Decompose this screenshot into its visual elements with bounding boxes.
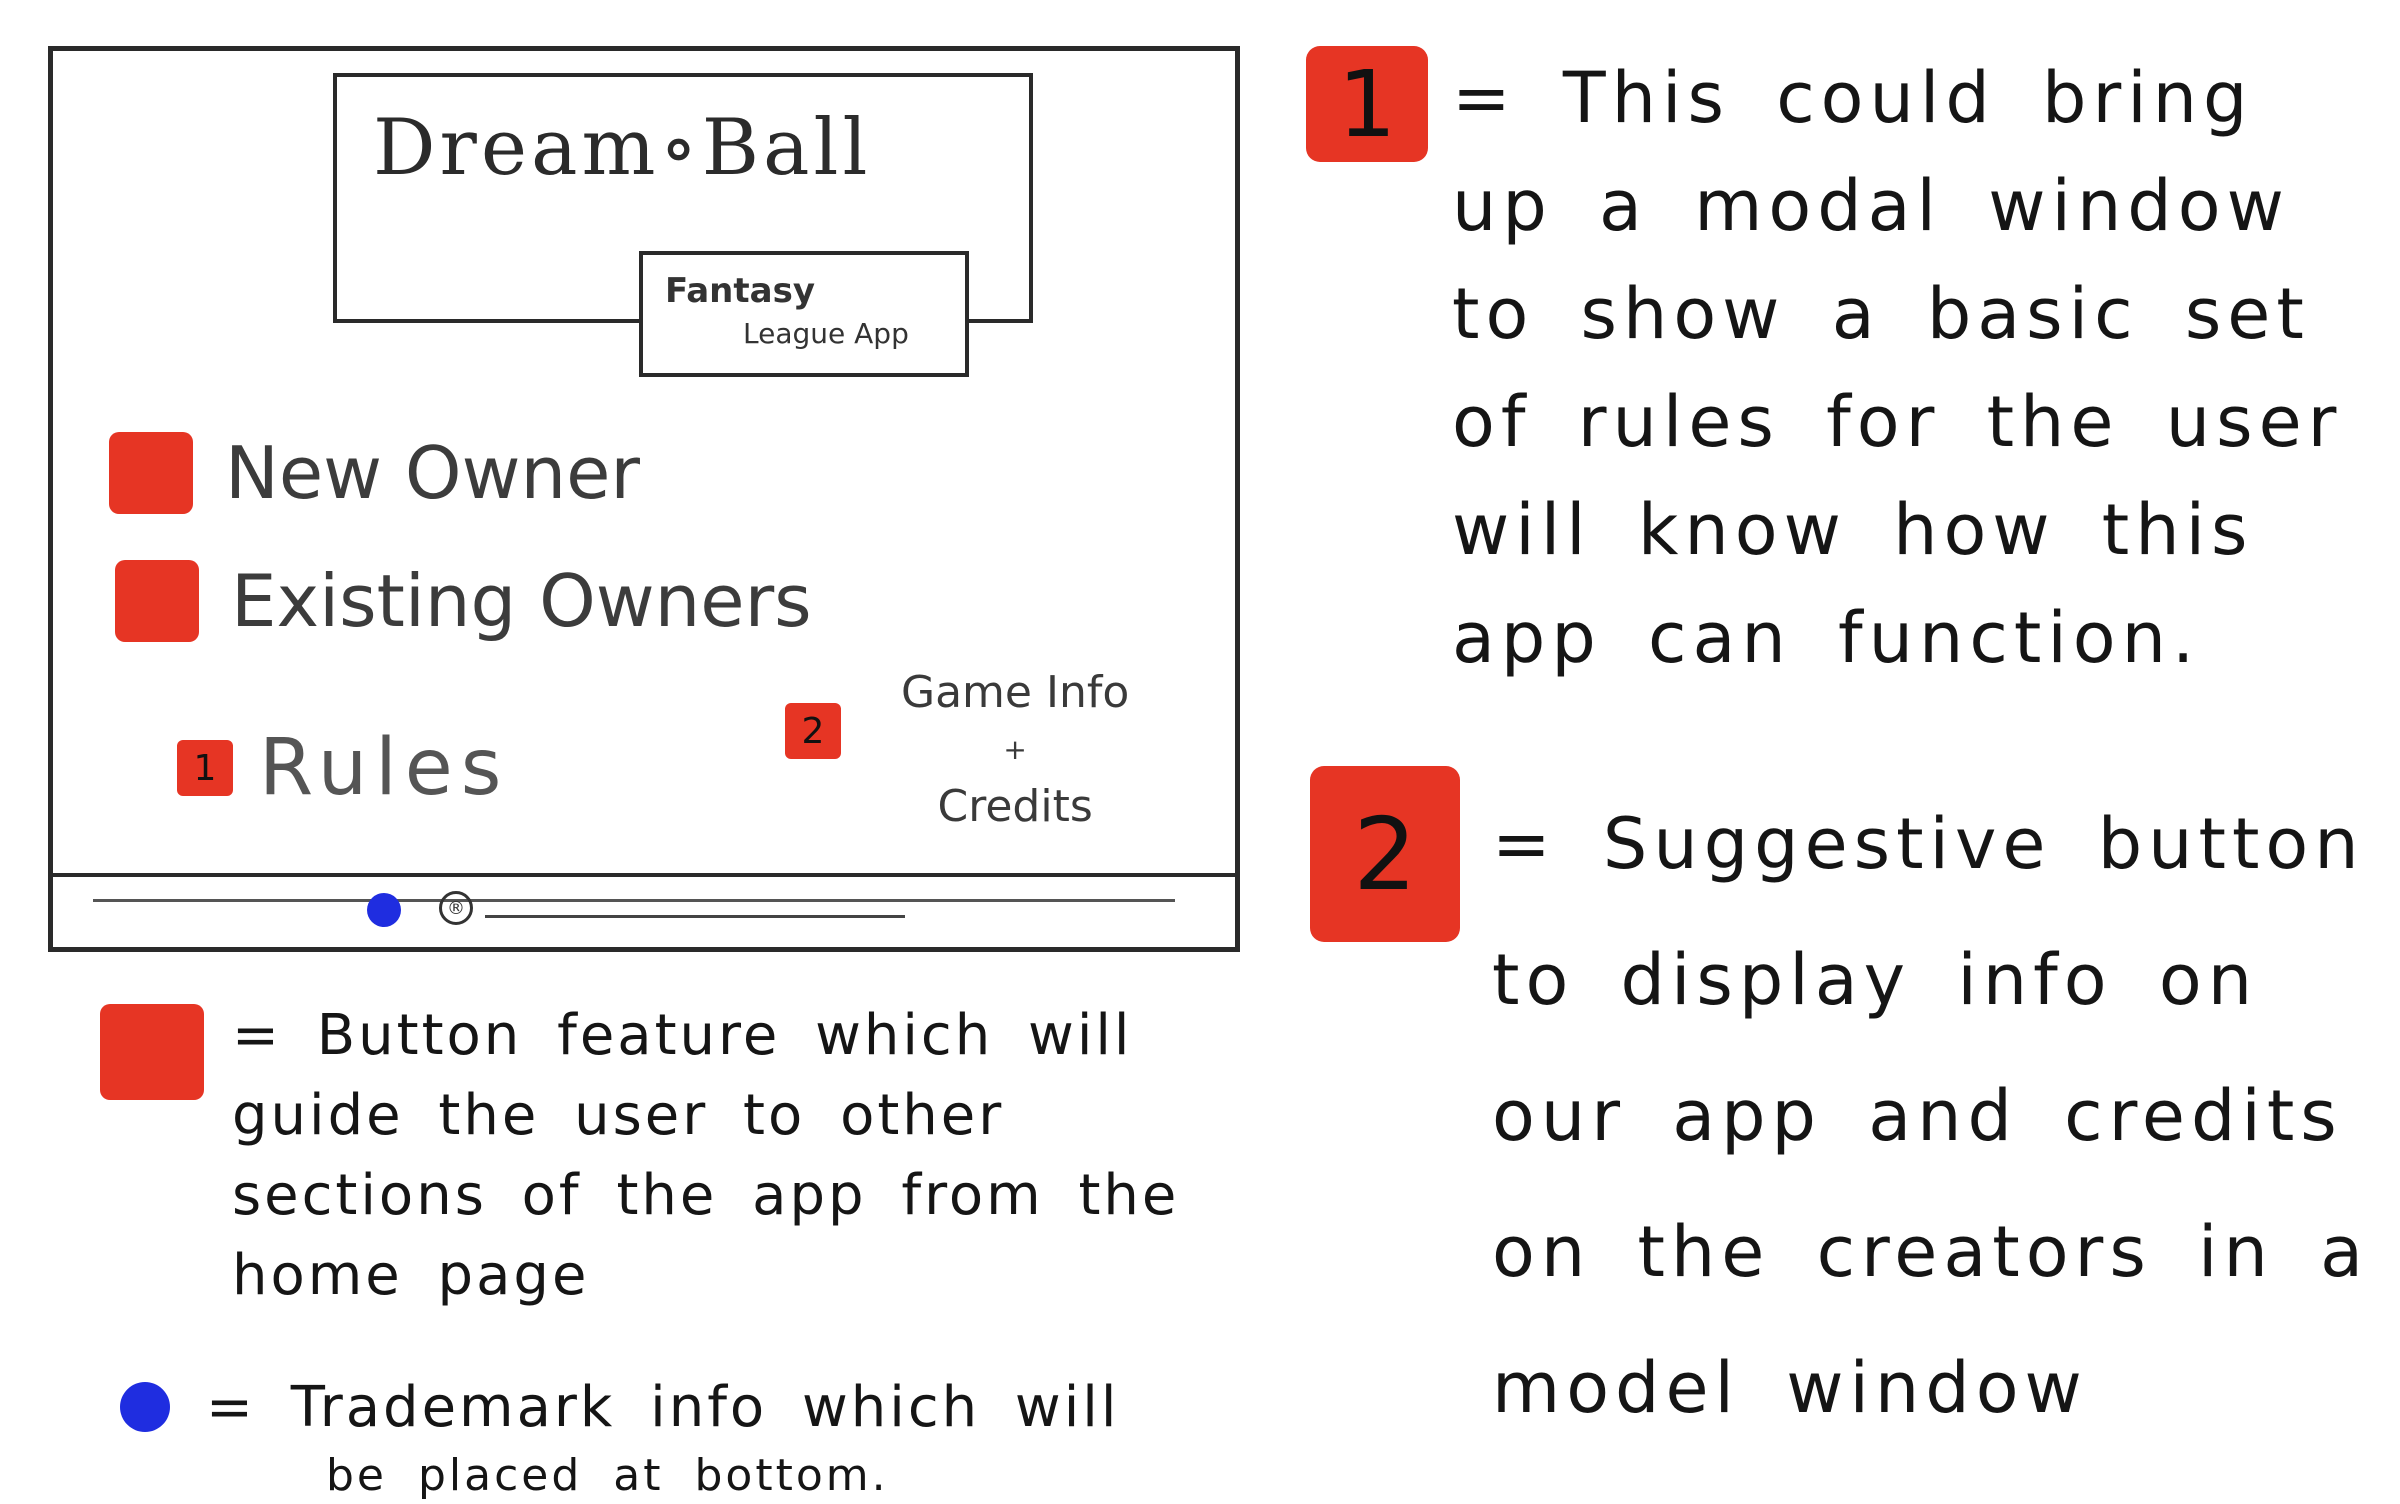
subtitle-box: Fantasy League App (639, 251, 969, 377)
existing-owners-button[interactable]: Existing Owners (115, 559, 812, 643)
footer-bar (93, 899, 1175, 902)
note1-badge: 1 (1306, 46, 1428, 162)
subtitle-line1: Fantasy (665, 271, 815, 311)
legend-trademark-line2: be placed at bottom. (326, 1450, 889, 1501)
trademark-text-scribble (485, 915, 905, 918)
existing-owners-button-marker (115, 560, 199, 642)
legend-button-text: = Button feature which will guide the us… (232, 1003, 1180, 1308)
game-info-credits-button[interactable]: Game Info + Credits (901, 651, 1129, 849)
game-info-line3: Credits (937, 781, 1093, 832)
game-info-plus: + (1003, 733, 1027, 766)
note2-badge: 2 (1310, 766, 1460, 942)
trademark-icon: ® (439, 891, 473, 925)
legend-trademark-dot (120, 1382, 170, 1432)
legend-trademark-text: = Trademark info which will be placed at… (206, 1368, 1206, 1504)
new-owner-button-marker (109, 432, 193, 514)
existing-owners-label: Existing Owners (231, 559, 812, 643)
game-info-button-badge-wrap[interactable]: 2 (785, 703, 841, 759)
note1-text: = This could bring up a modal window to … (1452, 57, 2343, 679)
new-owner-button[interactable]: New Owner (109, 431, 640, 515)
trademark-dot (367, 893, 401, 927)
legend-button-marker (100, 1004, 204, 1100)
subtitle-line2: League App (743, 317, 909, 350)
rules-button[interactable]: 1 Rules (177, 723, 509, 813)
app-title: Dream∘Ball (373, 103, 872, 193)
wireframe-frame: Dream∘Ball Fantasy League App New Owner … (48, 46, 1240, 952)
note2-text: = Suggestive button to display info on o… (1492, 803, 2369, 1429)
footer-divider (53, 873, 1235, 877)
game-info-line1: Game Info (901, 667, 1130, 718)
legend-trademark-line1: = Trademark info which will (206, 1375, 1120, 1440)
new-owner-label: New Owner (225, 431, 641, 515)
rules-label: Rules (259, 723, 510, 813)
game-info-badge: 2 (785, 703, 841, 759)
rules-badge: 1 (177, 740, 233, 796)
